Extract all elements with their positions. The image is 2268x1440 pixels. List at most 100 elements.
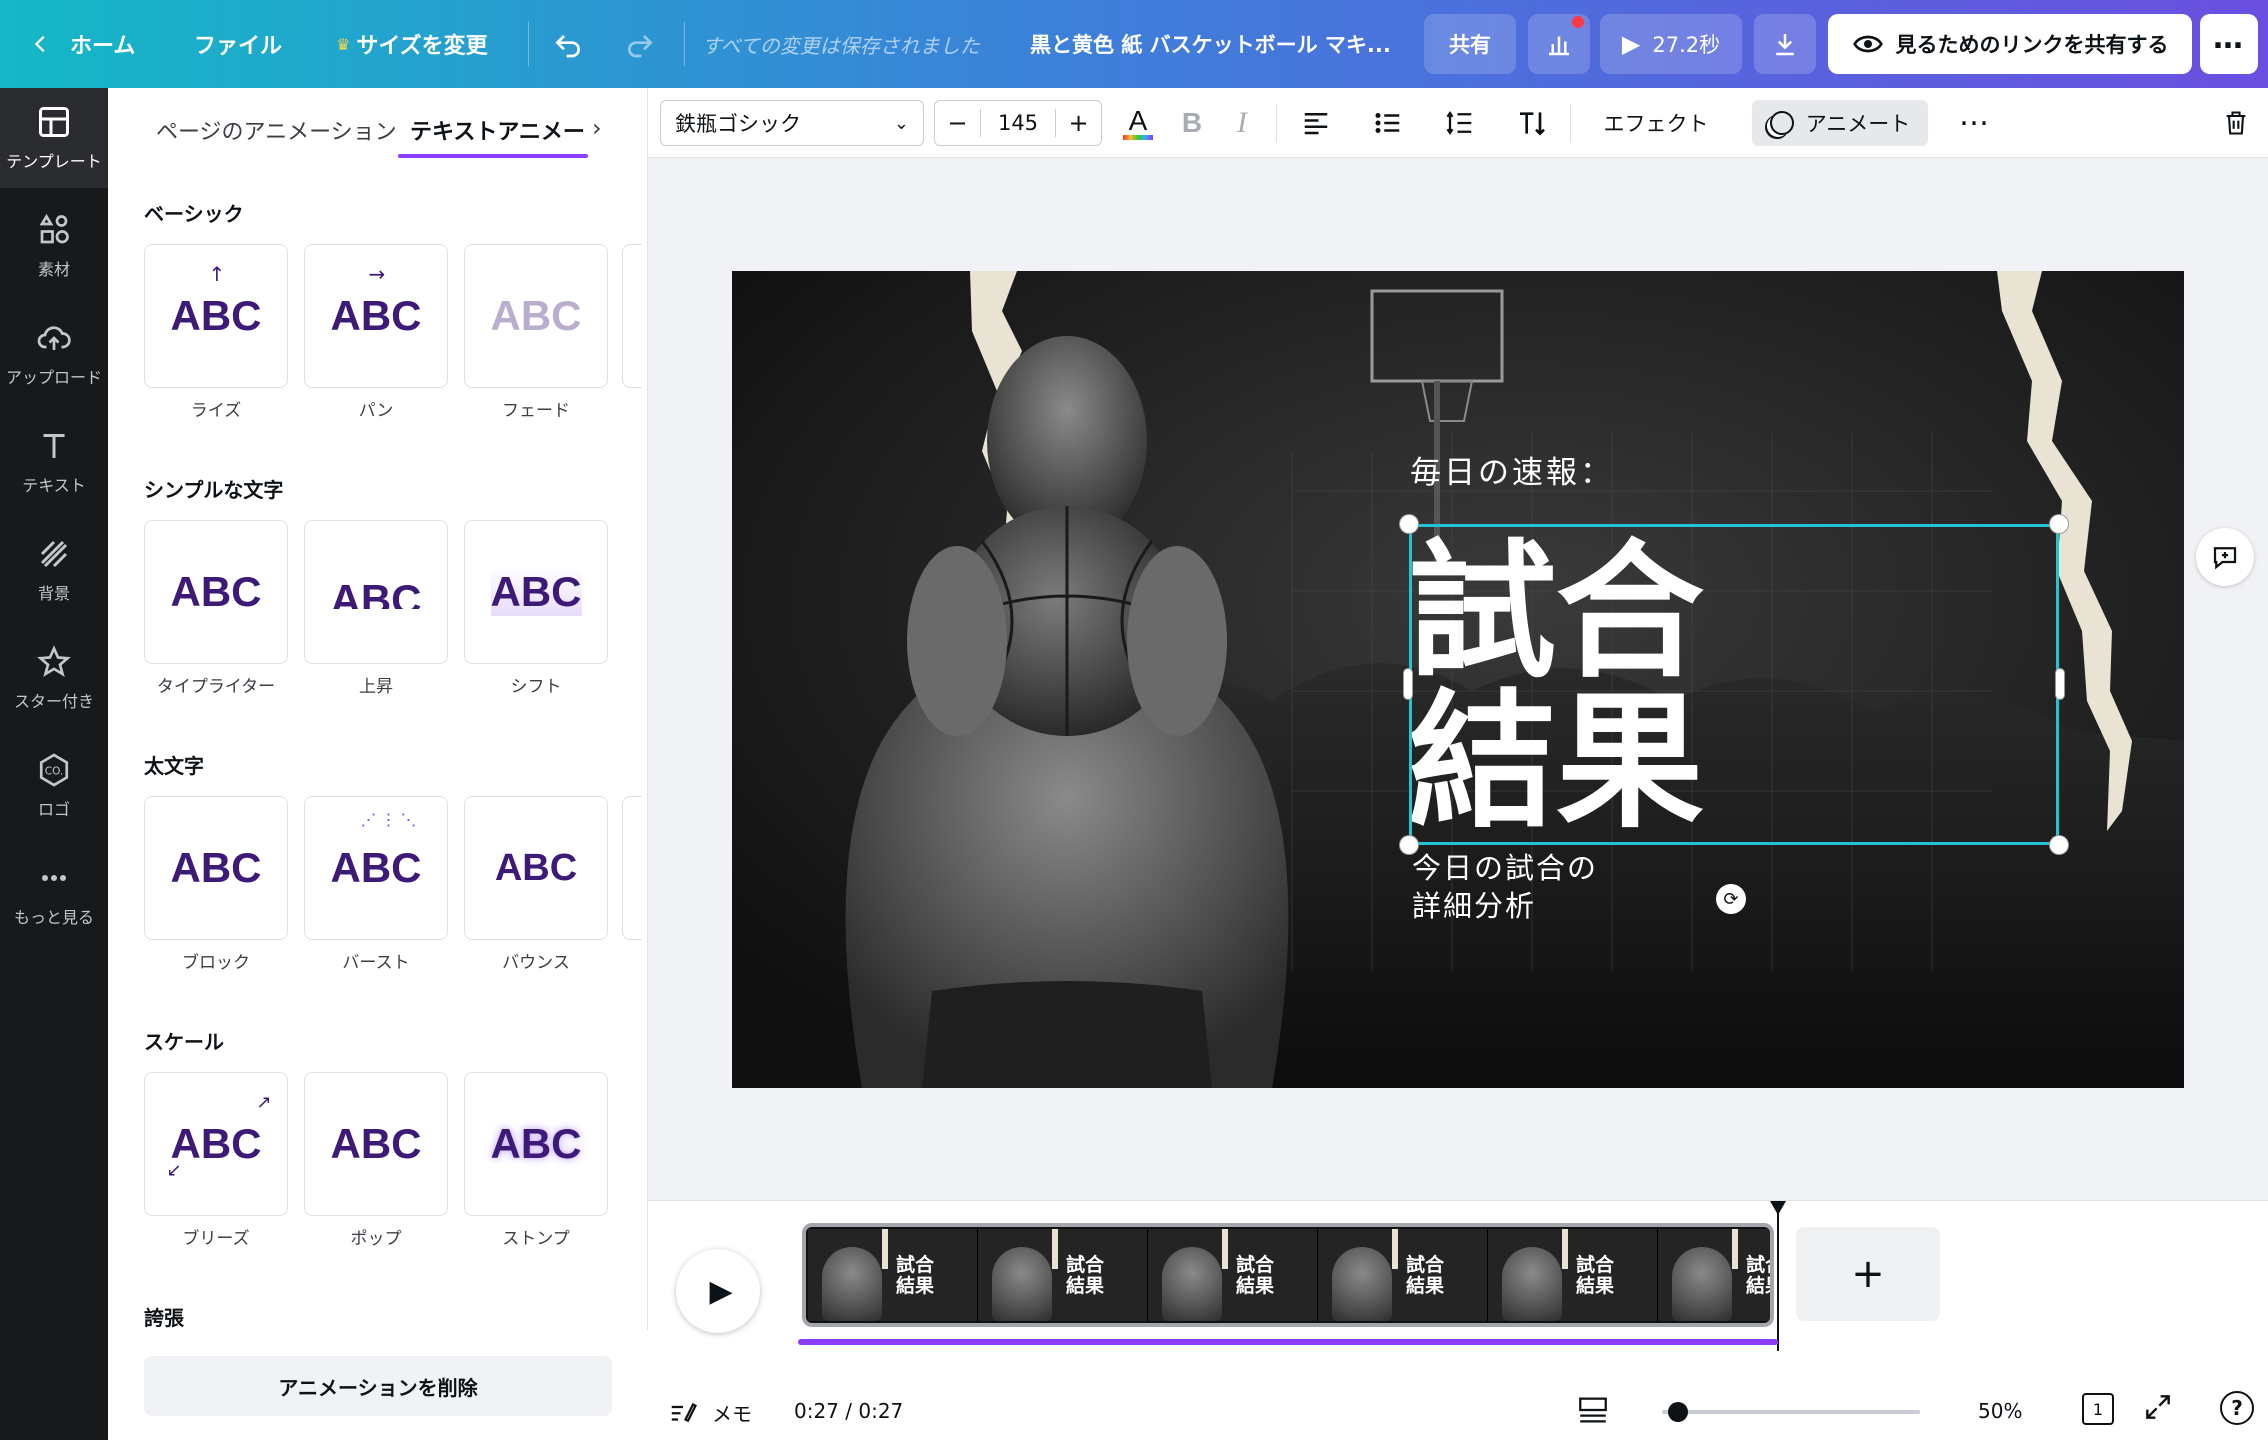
remove-animation-button[interactable]: アニメーションを削除 xyxy=(144,1356,612,1416)
divider xyxy=(528,22,529,66)
help-icon[interactable]: ? xyxy=(2220,1391,2254,1425)
font-size-stepper[interactable]: − 145 + xyxy=(934,100,1102,146)
list-icon[interactable] xyxy=(1366,100,1410,146)
resize-button[interactable]: ♛ サイズを変更 xyxy=(336,0,488,88)
grid-view-icon[interactable] xyxy=(1576,1393,1610,1432)
effects-button[interactable]: エフェクト xyxy=(1596,100,1716,146)
resize-handle-br[interactable] xyxy=(2050,836,2068,854)
vertical-text-icon[interactable] xyxy=(1510,100,1554,146)
anim-card-shift[interactable]: ABC xyxy=(464,520,608,664)
more-options-icon[interactable]: … xyxy=(1952,100,1996,146)
duration-label: 27.2秒 xyxy=(1652,33,1721,57)
memo-button[interactable]: メモ xyxy=(668,1397,752,1427)
rotate-handle-icon[interactable]: ⟳ xyxy=(1716,884,1746,914)
divider xyxy=(1570,104,1571,142)
thumb-figure xyxy=(1672,1247,1732,1321)
share-link-button[interactable]: 見るためのリンクを共有する xyxy=(1828,14,2192,74)
font-size-value[interactable]: 145 xyxy=(981,111,1055,135)
sub-text[interactable]: 今日の試合の 詳細分析 xyxy=(1412,849,1598,925)
add-page-button[interactable]: + xyxy=(1796,1227,1940,1321)
rail-item-templates[interactable]: テンプレート xyxy=(0,88,108,188)
resize-handle-tl[interactable] xyxy=(1400,515,1418,533)
anim-card-bounce[interactable]: ABC xyxy=(464,796,608,940)
spacing-icon[interactable] xyxy=(1438,100,1482,146)
timeline-clip[interactable]: 試合結果試合結果試合結果試合結果試合結果試合結果 xyxy=(802,1223,1774,1327)
headline-kicker[interactable]: 毎日の速報： xyxy=(1410,447,1614,492)
bold-icon[interactable]: B xyxy=(1174,100,1210,146)
top-bar: ホーム ファイル ♛ サイズを変更 すべての変更は保存されました 黒と黄色 紙 … xyxy=(0,0,2268,88)
download-button[interactable] xyxy=(1754,14,1816,74)
thumb-line-1: 試合 xyxy=(1066,1254,1105,1276)
anim-card-partial[interactable] xyxy=(622,796,642,940)
tab-text-animation[interactable]: テキストアニメーション xyxy=(410,114,586,146)
star-icon xyxy=(37,645,71,677)
align-left-icon[interactable] xyxy=(1294,100,1338,146)
side-rail: テンプレート 素材 アップロード テキスト 背景 スター付き CO. ロゴ もっ… xyxy=(0,88,108,1440)
zoom-level[interactable]: 50% xyxy=(1978,1399,2022,1423)
increase-size-button[interactable]: + xyxy=(1055,109,1101,137)
card-preview: ABC xyxy=(170,844,262,891)
redo-button[interactable] xyxy=(624,0,656,88)
add-comment-button[interactable] xyxy=(2196,528,2254,586)
page-count-button[interactable]: 1 xyxy=(2082,1393,2114,1425)
anim-card-fade[interactable]: ABC xyxy=(464,244,608,388)
insights-button[interactable] xyxy=(1528,14,1590,74)
anim-card-ascend[interactable]: ABC xyxy=(304,520,448,664)
rail-item-more[interactable]: もっと見る xyxy=(0,844,108,944)
text-icon xyxy=(43,434,65,458)
tab-page-animation[interactable]: ページのアニメーション xyxy=(156,114,397,146)
card-preview: ABC xyxy=(490,1120,582,1167)
font-selector[interactable]: 鉄瓶ゴシック ⌄ xyxy=(660,100,924,146)
document-title[interactable]: 黒と黄色 紙 バスケットボール マキ... xyxy=(1030,0,1391,88)
file-menu[interactable]: ファイル xyxy=(194,0,282,88)
thumb-headline: 試合結果 xyxy=(1406,1255,1444,1297)
more-menu-button[interactable]: … xyxy=(2200,14,2258,74)
italic-icon[interactable]: I xyxy=(1224,100,1260,146)
timeline-play-button[interactable]: ▶ xyxy=(676,1249,760,1333)
share-button[interactable]: 共有 xyxy=(1424,14,1516,74)
rail-label: 背景 xyxy=(37,584,70,603)
decrease-size-button[interactable]: − xyxy=(935,109,981,137)
resize-handle-tr[interactable] xyxy=(2050,515,2068,533)
thumb-line-1: 試合 xyxy=(1746,1254,1770,1276)
chevron-left-icon xyxy=(34,35,45,53)
resize-handle-left[interactable] xyxy=(1404,669,1412,699)
section-title-bold: 太文字 xyxy=(144,754,204,778)
anim-card-pan[interactable]: → ABC xyxy=(304,244,448,388)
text-color-button[interactable]: A xyxy=(1118,100,1158,146)
rail-item-logos[interactable]: CO. ロゴ xyxy=(0,736,108,836)
thumb-line-1: 試合 xyxy=(1406,1254,1445,1276)
anim-card-typewriter[interactable]: ABC xyxy=(144,520,288,664)
tab-scroll-right-icon[interactable]: › xyxy=(592,114,602,142)
zoom-slider[interactable] xyxy=(1662,1402,1920,1422)
design-canvas[interactable]: 毎日の速報： 試合 結果 今日の試合の 詳細分析 ⟳ xyxy=(732,271,2184,1088)
anim-card-pop[interactable]: ABC xyxy=(304,1072,448,1216)
anim-card-burst[interactable]: ⋰⋮⋱ ABC xyxy=(304,796,448,940)
selection-box[interactable] xyxy=(1409,524,2059,845)
rail-item-text[interactable]: テキスト xyxy=(0,412,108,512)
rail-item-uploads[interactable]: アップロード xyxy=(0,304,108,404)
card-preview: ABC xyxy=(170,568,262,615)
anim-card-rise[interactable]: ↑ ABC xyxy=(144,244,288,388)
notes-icon xyxy=(671,1402,698,1423)
rail-item-background[interactable]: 背景 xyxy=(0,520,108,620)
zoom-slider-thumb[interactable] xyxy=(1668,1402,1688,1422)
anim-card-breeze[interactable]: ↗ ABC ↙ xyxy=(144,1072,288,1216)
rail-item-elements[interactable]: 素材 xyxy=(0,196,108,296)
resize-handle-right[interactable] xyxy=(2056,669,2064,699)
progress-track[interactable] xyxy=(798,1339,1778,1345)
home-button[interactable]: ホーム xyxy=(30,0,135,88)
fullscreen-icon[interactable] xyxy=(2142,1391,2174,1428)
anim-card-stomp[interactable]: ABC xyxy=(464,1072,608,1216)
anim-card-partial[interactable] xyxy=(622,244,642,388)
memo-label: メモ xyxy=(712,1401,752,1426)
delete-icon[interactable] xyxy=(2216,100,2256,146)
clip-thumbnail: 試合結果 xyxy=(978,1229,1148,1321)
page-count: 1 xyxy=(2092,1399,2104,1419)
rail-item-starred[interactable]: スター付き xyxy=(0,628,108,728)
undo-button[interactable] xyxy=(552,0,584,88)
animate-button[interactable]: アニメート xyxy=(1752,100,1928,146)
anim-card-block[interactable]: ABC xyxy=(144,796,288,940)
play-button[interactable]: ▶ 27.2秒 xyxy=(1600,14,1742,74)
card-preview: ABC xyxy=(330,844,422,891)
